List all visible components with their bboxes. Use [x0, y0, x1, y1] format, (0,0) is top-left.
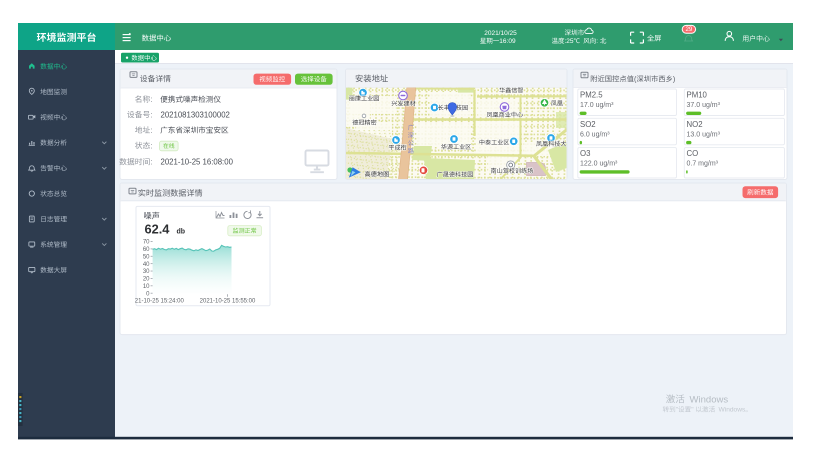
- svg-text:62.4: 62.4: [145, 221, 171, 236]
- svg-text::25: :25: [565, 38, 574, 45]
- svg-text:Windows: Windows: [690, 394, 729, 405]
- svg-text:13.0 ug/m³: 13.0 ug/m³: [687, 131, 721, 138]
- svg-text:10: 10: [143, 284, 150, 290]
- svg-text:29: 29: [685, 26, 692, 33]
- svg-text::: :: [596, 38, 598, 45]
- svg-text:30: 30: [143, 269, 150, 275]
- svg-text::: :: [150, 158, 152, 167]
- svg-text:16:09: 16:09: [499, 38, 516, 45]
- svg-text:21-10-25 15:24:00: 21-10-25 15:24:00: [135, 299, 185, 305]
- svg-text:2021/10/25: 2021/10/25: [484, 30, 517, 37]
- svg-text:6.0 ug/m³: 6.0 ug/m³: [580, 131, 610, 138]
- svg-text:Windows: Windows: [719, 407, 746, 414]
- svg-text:SO2: SO2: [580, 120, 596, 129]
- svg-text:NO2: NO2: [687, 120, 703, 129]
- svg-text::: :: [150, 110, 152, 119]
- svg-text:2021081303100002: 2021081303100002: [161, 110, 230, 119]
- svg-text:37.0 ug/m³: 37.0 ug/m³: [687, 102, 721, 109]
- svg-text:db: db: [177, 228, 186, 235]
- svg-text:0.7 mg/m³: 0.7 mg/m³: [687, 161, 719, 168]
- svg-text:60: 60: [143, 247, 150, 253]
- svg-text:122.0 ug/m³: 122.0 ug/m³: [580, 161, 618, 168]
- svg-text:): ): [673, 74, 675, 83]
- svg-text:CO: CO: [687, 149, 699, 158]
- svg-text::: :: [150, 141, 152, 150]
- svg-text:50: 50: [143, 254, 150, 260]
- svg-text:2021-10-25 15:55:00: 2021-10-25 15:55:00: [200, 299, 256, 305]
- svg-text:PM10: PM10: [687, 91, 708, 100]
- svg-text:O3: O3: [580, 149, 590, 158]
- svg-text:40: 40: [143, 262, 150, 268]
- svg-text:PM2.5: PM2.5: [580, 91, 603, 100]
- svg-text:70: 70: [143, 240, 150, 246]
- svg-text:17.0 ug/m³: 17.0 ug/m³: [580, 102, 614, 109]
- svg-text::: :: [150, 95, 152, 104]
- svg-text:2021-10-25 16:08:00: 2021-10-25 16:08:00: [161, 158, 234, 167]
- svg-text::: :: [150, 126, 152, 135]
- svg-text:20: 20: [143, 277, 150, 283]
